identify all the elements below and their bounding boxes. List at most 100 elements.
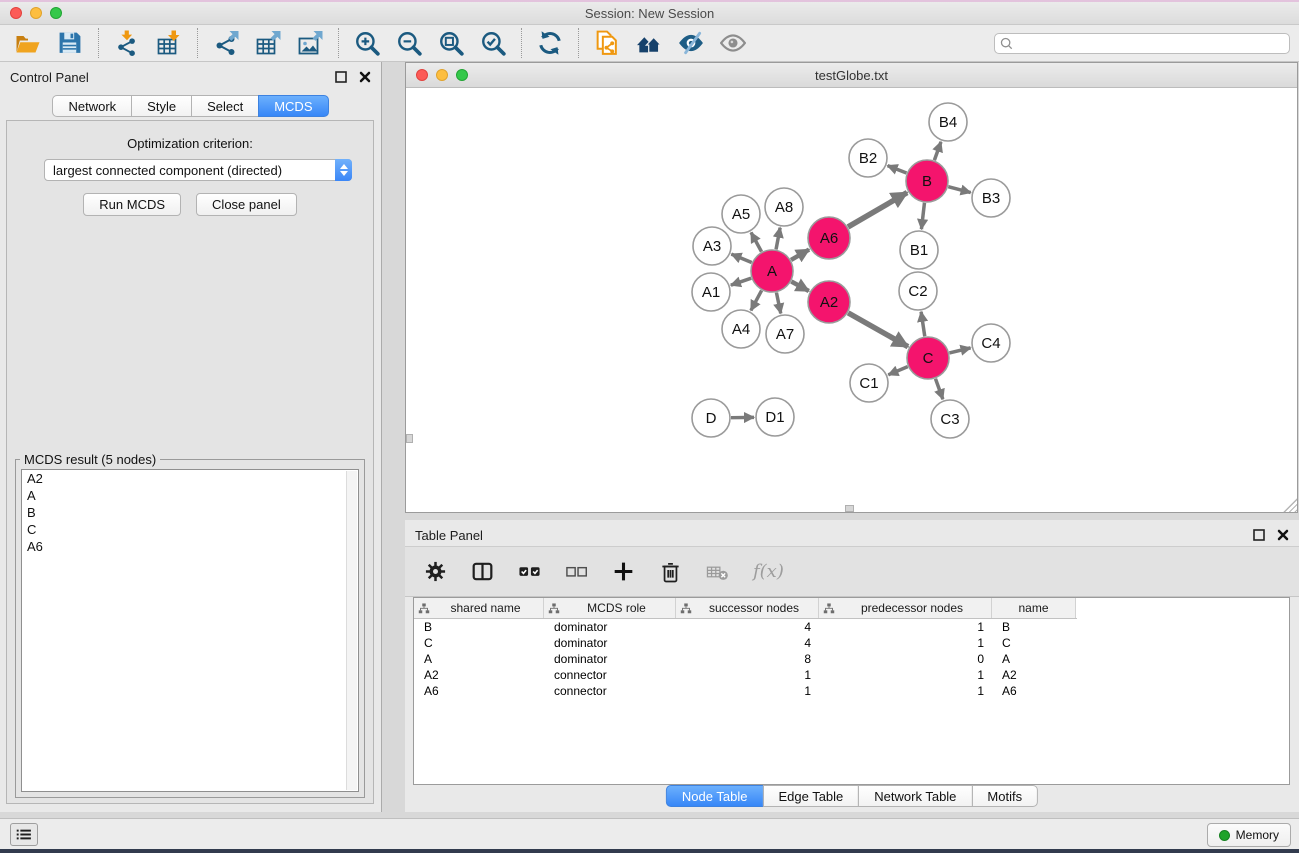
search-box[interactable] [994, 33, 1290, 54]
import-network-button[interactable] [110, 27, 144, 59]
show-panels-menu-button[interactable] [10, 823, 38, 846]
list-item[interactable]: B [22, 504, 358, 521]
graph-edge-A-A7[interactable] [776, 293, 780, 314]
table-close-panel-button[interactable] [1276, 528, 1291, 543]
select-all-checkboxes-button[interactable] [518, 560, 541, 583]
graph-node-A5[interactable]: A5 [722, 195, 760, 233]
graph-node-B2[interactable]: B2 [849, 139, 887, 177]
table-row[interactable]: A6connector11A6 [414, 683, 1289, 699]
close-panel-button[interactable] [358, 70, 373, 85]
table-row[interactable]: A2connector11A2 [414, 667, 1289, 683]
home-button[interactable] [632, 27, 666, 59]
tab-network-table[interactable]: Network Table [858, 785, 972, 807]
network-canvas[interactable]: B4 B2 B B3 A5A8A6 B1 A3 A A1 C2 A2 A4A7 C4 C C1 C3 D D1 [406, 88, 1297, 512]
graph-node-D[interactable]: D [692, 399, 730, 437]
graph-node-C2[interactable]: C2 [899, 272, 937, 310]
graph-edge-B-B1[interactable] [921, 203, 924, 229]
graph-edge-C-C4[interactable] [949, 348, 970, 353]
graph-edge-C-C3[interactable] [935, 379, 942, 400]
hide-details-eye-button[interactable] [674, 27, 708, 59]
column-header-successor-nodes[interactable]: successor nodes [676, 598, 819, 618]
zoom-fit-button[interactable] [434, 27, 468, 59]
graph-edge-A-A3[interactable] [731, 254, 751, 262]
list-item[interactable]: C [22, 521, 358, 538]
graph-node-A8[interactable]: A8 [765, 188, 803, 226]
graph-node-C3[interactable]: C3 [931, 400, 969, 438]
memory-button[interactable]: Memory [1207, 823, 1291, 847]
tab-edge-table[interactable]: Edge Table [762, 785, 859, 807]
graph-edge-B-B3[interactable] [948, 187, 970, 193]
graph-node-D1[interactable]: D1 [756, 398, 794, 436]
graph-node-B[interactable]: B [906, 160, 948, 202]
graph-edge-C-C2[interactable] [921, 312, 925, 336]
save-button[interactable] [53, 27, 87, 59]
zoom-selected-button[interactable] [476, 27, 510, 59]
graph-node-C4[interactable]: C4 [972, 324, 1010, 362]
tab-select[interactable]: Select [191, 95, 259, 117]
graph-edge-A-A4[interactable] [751, 290, 762, 310]
graph-edge-A-A5[interactable] [751, 232, 761, 251]
duplicate-network-button[interactable] [590, 27, 624, 59]
graph-node-B4[interactable]: B4 [929, 103, 967, 141]
export-image-button[interactable] [293, 27, 327, 59]
graph-node-A6[interactable]: A6 [808, 217, 850, 259]
add-column-button[interactable] [612, 560, 635, 583]
graph-node-C[interactable]: C [907, 337, 949, 379]
graph-edge-C-C1[interactable] [888, 367, 907, 375]
graph-node-A1[interactable]: A1 [692, 273, 730, 311]
graph-edge-A2-C[interactable] [848, 313, 908, 347]
graph-edge-A-A6[interactable] [791, 250, 809, 260]
graph-edge-A-A2[interactable] [791, 282, 808, 292]
column-header-shared-name[interactable]: shared name [414, 598, 544, 618]
graph-edge-A6-B[interactable] [848, 193, 907, 227]
tab-style[interactable]: Style [131, 95, 192, 117]
graph-node-A2[interactable]: A2 [808, 281, 850, 323]
criterion-dropdown[interactable]: largest connected component (directed) [44, 159, 352, 181]
result-list-scrollbar[interactable] [346, 471, 357, 790]
tab-node-table[interactable]: Node Table [666, 785, 764, 807]
search-input[interactable] [1017, 36, 1284, 50]
canvas-left-gripper[interactable] [406, 434, 413, 443]
show-details-eye-button[interactable] [716, 27, 750, 59]
graph-node-B1[interactable]: B1 [900, 231, 938, 269]
zoom-out-button[interactable] [392, 27, 426, 59]
graph-node-A[interactable]: A [751, 250, 793, 292]
graph-node-A7[interactable]: A7 [766, 315, 804, 353]
graph-node-C1[interactable]: C1 [850, 364, 888, 402]
tab-network[interactable]: Network [52, 95, 132, 117]
table-row[interactable]: Bdominator41B [414, 619, 1289, 635]
graph-edge-B-B2[interactable] [888, 166, 907, 173]
list-item[interactable]: A2 [22, 470, 358, 487]
delete-column-button[interactable] [659, 560, 682, 583]
graph-edge-A-A8[interactable] [776, 228, 780, 250]
list-item[interactable]: A [22, 487, 358, 504]
table-row[interactable]: Adominator80A [414, 651, 1289, 667]
deselect-all-checkboxes-button[interactable] [565, 560, 588, 583]
graph-edge-B-B4[interactable] [934, 142, 941, 160]
refresh-button[interactable] [533, 27, 567, 59]
tab-motifs[interactable]: Motifs [971, 785, 1038, 807]
zoom-in-button[interactable] [350, 27, 384, 59]
split-view-button[interactable] [471, 560, 494, 583]
close-panel-action-button[interactable]: Close panel [196, 193, 297, 216]
float-panel-button[interactable] [334, 70, 349, 85]
table-float-panel-button[interactable] [1252, 528, 1267, 543]
open-folder-button[interactable] [11, 27, 45, 59]
list-item[interactable]: A6 [22, 538, 358, 555]
export-network-button[interactable] [209, 27, 243, 59]
tab-mcds[interactable]: MCDS [258, 95, 328, 117]
float-icon [334, 70, 348, 84]
graph-node-A3[interactable]: A3 [693, 227, 731, 265]
graph-node-B3[interactable]: B3 [972, 179, 1010, 217]
column-header-predecessor-nodes[interactable]: predecessor nodes [819, 598, 992, 618]
import-table-button[interactable] [152, 27, 186, 59]
column-header-MCDS-role[interactable]: MCDS role [544, 598, 676, 618]
gear-button[interactable] [424, 560, 447, 583]
export-table-button[interactable] [251, 27, 285, 59]
graph-node-A4[interactable]: A4 [722, 310, 760, 348]
run-mcds-button[interactable]: Run MCDS [83, 193, 181, 216]
canvas-bottom-gripper[interactable] [845, 505, 854, 512]
graph-edge-A-A1[interactable] [731, 278, 751, 285]
column-header-name[interactable]: name [992, 598, 1076, 618]
table-row[interactable]: Cdominator41C [414, 635, 1289, 651]
